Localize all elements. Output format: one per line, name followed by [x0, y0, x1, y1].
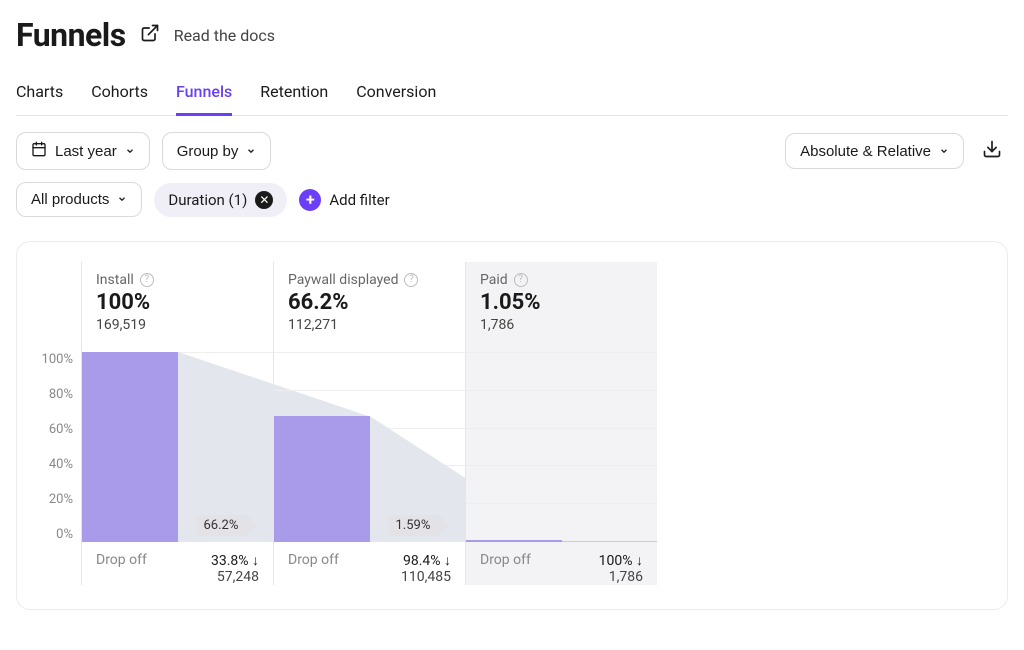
date-range-label: Last year [55, 143, 117, 160]
help-icon[interactable]: ? [404, 273, 418, 287]
chevron-down-icon [939, 143, 949, 160]
funnel-step: Paywall displayed? 66.2% 112,271 1.59% Drop … [273, 262, 465, 585]
external-link-icon[interactable] [140, 23, 160, 47]
products-select[interactable]: All products [16, 182, 142, 217]
funnel-step: Install? 100% 169,519 66.2% Drop off 33.8% ↓5… [81, 262, 273, 585]
tab-retention[interactable]: Retention [260, 72, 328, 116]
step-percent: 1.05% [480, 290, 643, 315]
drop-off-label: Drop off [96, 552, 147, 585]
download-icon[interactable] [976, 133, 1008, 169]
group-by-select[interactable]: Group by [162, 132, 272, 170]
funnel-bar [82, 352, 178, 542]
add-filter-label: Add filter [329, 191, 389, 209]
step-count: 112,271 [288, 317, 451, 333]
filter-chip-label: Duration (1) [168, 191, 247, 209]
step-label: Install? [96, 272, 259, 288]
drop-off-percent: 100% ↓ [599, 552, 643, 569]
drop-off-row: Drop off 33.8% ↓57,248 [82, 542, 273, 585]
drop-off-count: 110,485 [401, 569, 451, 585]
funnel-bar [466, 540, 562, 542]
help-icon[interactable]: ? [140, 273, 154, 287]
step-percent: 100% [96, 290, 259, 315]
y-tick: 80% [49, 387, 73, 402]
step-label-text: Paywall displayed [288, 272, 398, 288]
tabs: Charts Cohorts Funnels Retention Convers… [16, 72, 1008, 116]
date-range-select[interactable]: Last year [16, 132, 150, 170]
tab-conversion[interactable]: Conversion [356, 72, 436, 116]
tab-funnels[interactable]: Funnels [176, 72, 232, 116]
funnel-steps: Install? 100% 169,519 66.2% Drop off 33.8% ↓5… [81, 262, 657, 585]
drop-off-label: Drop off [288, 552, 339, 585]
display-mode-label: Absolute & Relative [800, 143, 931, 160]
funnel-bar [274, 416, 370, 542]
y-tick: 100% [42, 352, 73, 367]
conversion-badge: 66.2% [196, 515, 247, 536]
tab-cohorts[interactable]: Cohorts [91, 72, 148, 116]
drop-off-count: 1,786 [599, 569, 643, 585]
read-docs-link[interactable]: Read the docs [174, 26, 275, 45]
display-mode-select[interactable]: Absolute & Relative [785, 133, 964, 169]
step-label: Paywall displayed? [288, 272, 451, 288]
page-title: Funnels [16, 16, 126, 54]
plus-icon: + [299, 189, 321, 211]
plot-area: 66.2% [82, 352, 273, 542]
step-count: 169,519 [96, 317, 259, 333]
drop-off-row: Drop off 100% ↓1,786 [466, 542, 657, 585]
step-label-text: Paid [480, 272, 508, 288]
tab-charts[interactable]: Charts [16, 72, 63, 116]
conversion-badge: 1.59% [388, 515, 439, 536]
calendar-icon [31, 141, 47, 161]
add-filter-button[interactable]: + Add filter [299, 189, 389, 211]
y-axis: 100% 80% 60% 40% 20% 0% [35, 262, 81, 542]
step-count: 1,786 [480, 317, 643, 333]
filter-chip-duration[interactable]: Duration (1) ✕ [154, 183, 287, 217]
drop-off-label: Drop off [480, 552, 531, 585]
funnel-step: Paid?1.05%1,786Drop off100% ↓1,786 [465, 262, 657, 585]
step-percent: 66.2% [288, 290, 451, 315]
y-tick: 0% [56, 527, 73, 542]
y-tick: 60% [49, 422, 73, 437]
help-icon[interactable]: ? [514, 273, 528, 287]
remove-filter-icon[interactable]: ✕ [255, 191, 273, 209]
chevron-down-icon [117, 191, 127, 208]
chevron-down-icon [125, 143, 135, 160]
y-tick: 20% [49, 492, 73, 507]
drop-off-count: 57,248 [211, 569, 259, 585]
step-label-text: Install [96, 272, 134, 288]
plot-area [466, 352, 657, 542]
drop-off-percent: 33.8% ↓ [211, 552, 259, 569]
products-label: All products [31, 191, 109, 208]
plot-area: 1.59% [274, 352, 465, 542]
drop-off-row: Drop off 98.4% ↓110,485 [274, 542, 465, 585]
drop-off-percent: 98.4% ↓ [401, 552, 451, 569]
chevron-down-icon [246, 143, 256, 160]
funnel-chart-card: 100% 80% 60% 40% 20% 0% Install? 100% 169,… [16, 241, 1008, 610]
y-tick: 40% [49, 457, 73, 472]
group-by-label: Group by [177, 143, 239, 160]
step-label: Paid? [480, 272, 643, 288]
